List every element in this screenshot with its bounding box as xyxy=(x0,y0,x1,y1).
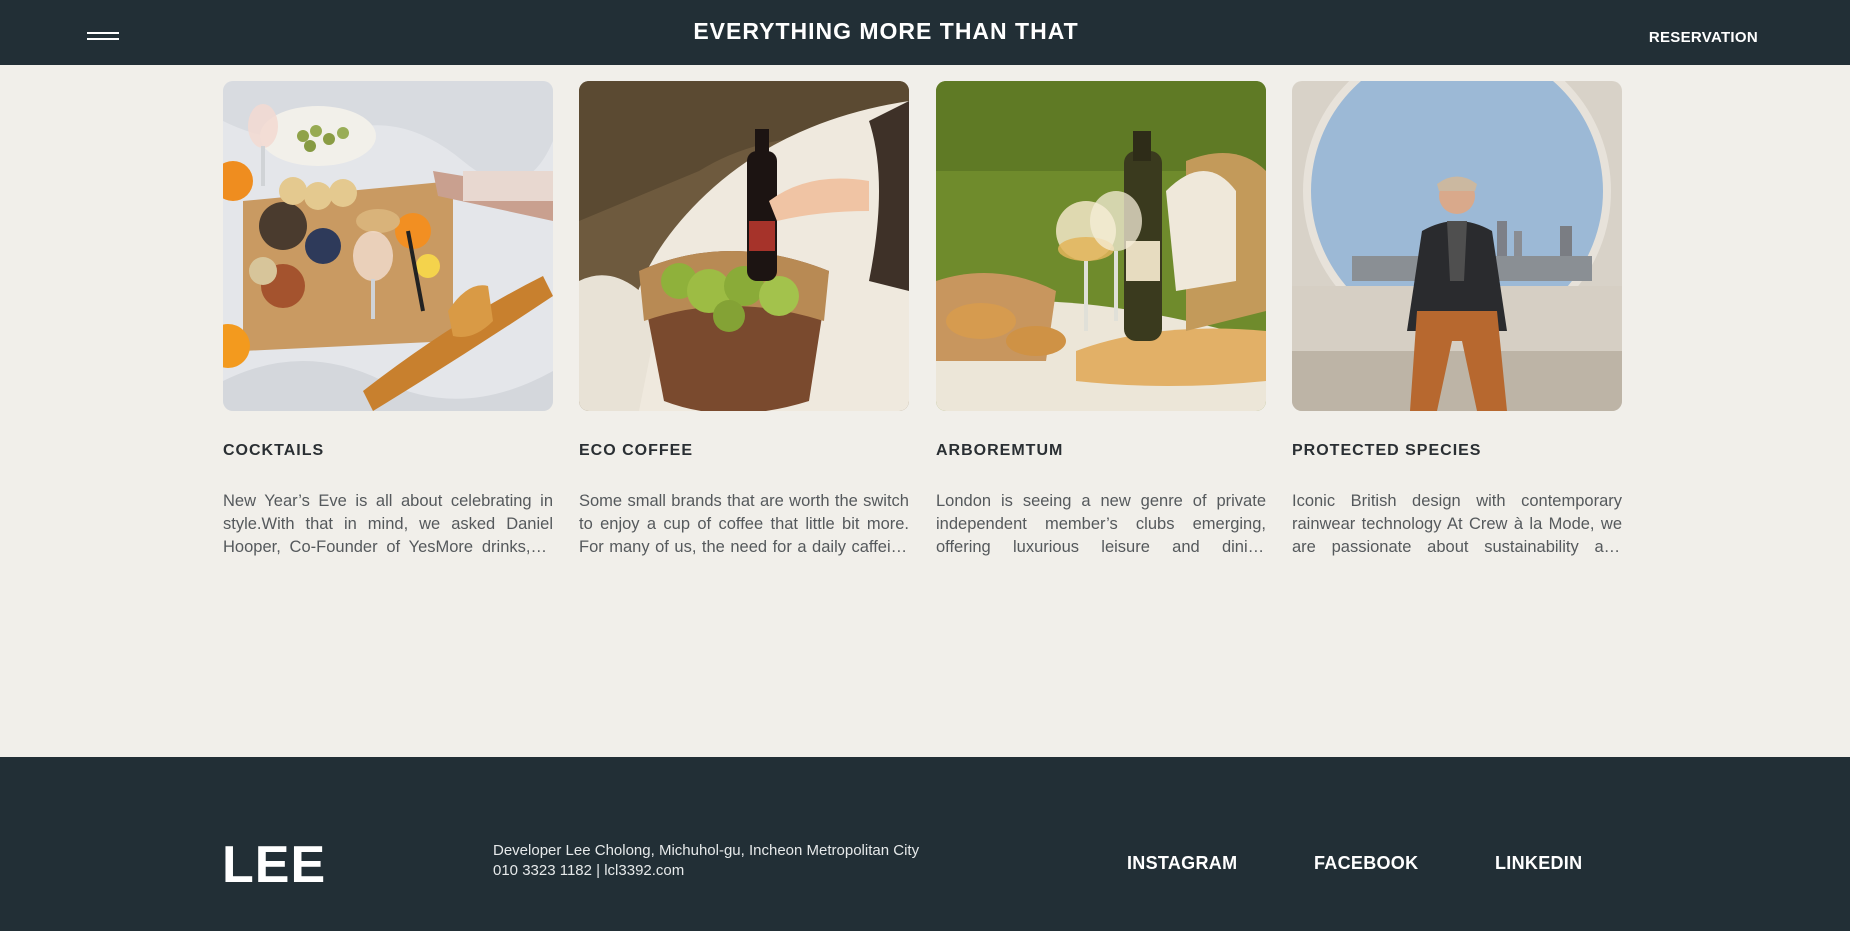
linkedin-link[interactable]: LINKEDIN xyxy=(1495,853,1582,874)
card-title[interactable]: COCKTAILS xyxy=(223,442,553,460)
instagram-link[interactable]: INSTAGRAM xyxy=(1127,853,1237,874)
card-description: London is seeing a new genre of private … xyxy=(936,492,1266,556)
reservation-link[interactable]: RESERVATION xyxy=(1649,29,1758,46)
footer-logo: LEE xyxy=(222,836,327,894)
footer-address: Developer Lee Cholong, Michuhol-gu, Inch… xyxy=(493,842,920,859)
eco-coffee-basket-image[interactable] xyxy=(579,81,909,411)
page-title: EVERYTHING MORE THAN THAT xyxy=(693,18,1079,44)
card-eco-coffee[interactable]: ECO COFFEE Some small brands that are wo… xyxy=(579,81,909,559)
arboretum-picnic-image[interactable] xyxy=(936,81,1266,411)
cocktails-picnic-image[interactable] xyxy=(223,81,553,411)
card-title[interactable]: ARBOREMTUM xyxy=(936,442,1266,460)
footer: LEE Developer Lee Cholong, Michuhol-gu, … xyxy=(0,757,1850,931)
card-description: Some small brands that are worth the swi… xyxy=(579,492,909,556)
card-title[interactable]: ECO COFFEE xyxy=(579,442,909,460)
footer-contact-info: Developer Lee Cholong, Michuhol-gu, Inch… xyxy=(493,841,923,881)
card-protected-species[interactable]: PROTECTED SPECIES Iconic British design … xyxy=(1292,81,1622,559)
card-cocktails[interactable]: COCKTAILS New Year’s Eve is all about ce… xyxy=(223,81,553,559)
card-title[interactable]: PROTECTED SPECIES xyxy=(1292,442,1622,460)
protected-species-portrait-image[interactable] xyxy=(1292,81,1622,411)
card-description: New Year’s Eve is all about celebrating … xyxy=(223,492,553,556)
top-navigation-bar: EVERYTHING MORE THAN THAT RESERVATION xyxy=(0,0,1850,65)
card-description: Iconic British design with contemporary … xyxy=(1292,492,1622,556)
facebook-link[interactable]: FACEBOOK xyxy=(1314,853,1418,874)
footer-phone-website: 010 3323 1182 | lcl3392.com xyxy=(493,862,685,879)
card-arboremtum[interactable]: ARBOREMTUM London is seeing a new genre … xyxy=(936,81,1266,559)
